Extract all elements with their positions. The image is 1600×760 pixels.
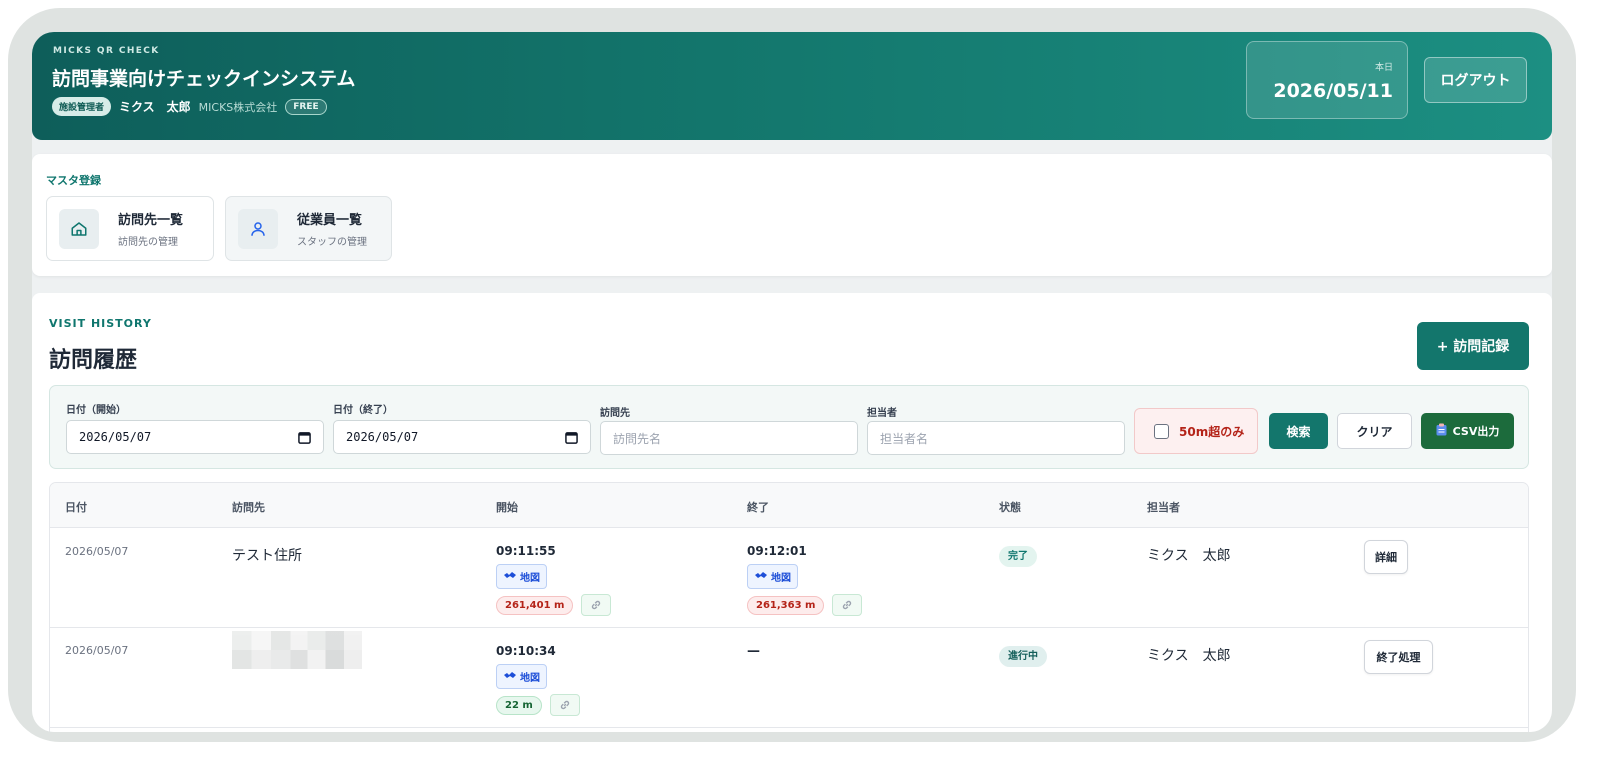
add-visit-record-button[interactable]: + 訪問記録 [1417, 322, 1529, 370]
visit-places-subtitle: 訪問先の管理 [118, 237, 178, 248]
staff-list-title: 従業員一覧 [297, 213, 363, 228]
start-map-button[interactable]: 地図 [496, 564, 547, 589]
visit-history-panel: VISIT HISTORY 訪問履歴 + 訪問記録 日付（開始） 2026/05… [32, 293, 1552, 732]
visit-history-table: 日付 訪問先 開始 終了 状態 担当者 2026/05/07 テスト住所 09:… [49, 482, 1529, 732]
staff-filter-label: 担当者 [867, 408, 897, 419]
today-label: 本日 [1374, 63, 1393, 73]
start-time: 09:11:55 [496, 544, 556, 558]
user-name: ミクス 太郎 [119, 100, 191, 114]
company-name: MICKS株式会社 [198, 100, 278, 114]
redacted-place [232, 631, 362, 669]
csv-export-button[interactable]: CSV出力 [1421, 413, 1514, 449]
col-staff: 担当者 [1147, 501, 1180, 514]
start-map-button[interactable]: 地図 [496, 664, 547, 689]
over-50m-checkbox[interactable] [1154, 423, 1169, 439]
end-map-label: 地図 [771, 573, 791, 584]
col-status: 状態 [999, 501, 1021, 514]
row-start: 09:11:55 地図 261,401 m [496, 544, 612, 616]
app-title: 訪問事業向けチェックインシステム [52, 68, 356, 90]
row-end: 09:12:01 地図 261,363 m [747, 544, 863, 616]
table-header: 日付 訪問先 開始 終了 状態 担当者 [50, 483, 1528, 528]
clear-button[interactable]: クリア [1337, 413, 1412, 449]
date-end-input[interactable]: 2026/05/07 [333, 420, 591, 454]
end-time: 09:12:01 [747, 544, 807, 558]
start-map-label: 地図 [520, 673, 540, 684]
app-screen: MICKS QR CHECK 訪問事業向けチェックインシステム 施設管理者 ミク… [32, 32, 1552, 732]
brand-label: MICKS QR CHECK [53, 46, 160, 56]
visit-history-title: 訪問履歴 [49, 348, 138, 373]
col-place: 訪問先 [232, 501, 265, 514]
row-date: 2026/05/07 [65, 644, 129, 657]
staff-list-card[interactable]: 従業員一覧 スタッフの管理 [225, 196, 392, 261]
visit-places-title: 訪問先一覧 [118, 213, 184, 228]
row-place: テスト住所 [232, 548, 302, 564]
calendar-icon[interactable] [298, 431, 311, 447]
place-filter-input[interactable]: 訪問先名 [600, 421, 858, 455]
date-start-value: 2026/05/07 [79, 430, 152, 444]
col-end: 終了 [747, 501, 769, 514]
device-frame: MICKS QR CHECK 訪問事業向けチェックインシステム 施設管理者 ミク… [8, 8, 1576, 742]
link-icon[interactable] [832, 594, 863, 616]
date-end-label: 日付（終了） [333, 405, 393, 416]
app-header: MICKS QR CHECK 訪問事業向けチェックインシステム 施設管理者 ミク… [32, 32, 1552, 140]
map-icon [503, 571, 517, 582]
detail-button[interactable]: 詳細 [1364, 540, 1408, 574]
row-date: 2026/05/07 [65, 545, 129, 558]
clipboard-icon [1436, 423, 1447, 439]
logout-button[interactable]: ログアウト [1424, 57, 1527, 103]
start-map-label: 地図 [520, 573, 540, 584]
plan-badge: FREE [285, 98, 327, 115]
map-icon [754, 571, 768, 582]
date-start-label: 日付（開始） [66, 405, 126, 416]
filter-bar: 日付（開始） 2026/05/07 日付（終了） 2026/05/07 訪問先 … [49, 385, 1529, 469]
col-date: 日付 [65, 501, 87, 514]
visit-places-card[interactable]: 訪問先一覧 訪問先の管理 [46, 196, 214, 261]
start-time: 09:10:34 [496, 644, 556, 658]
row-status: 完了 [999, 544, 1037, 567]
end-map-button[interactable]: 地図 [747, 564, 798, 589]
start-distance-badge: 22 m [496, 695, 542, 715]
table-row: 2026/05/07 テスト住所 09:11:55 地図 261,401 m 0… [50, 528, 1528, 628]
user-info: 施設管理者 ミクス 太郎 MICKS株式会社 FREE [52, 97, 327, 116]
end-time: — [747, 644, 760, 659]
end-distance-badge: 261,363 m [747, 595, 825, 615]
role-badge: 施設管理者 [52, 97, 112, 116]
link-icon[interactable] [581, 594, 612, 616]
date-start-input[interactable]: 2026/05/07 [66, 420, 324, 454]
row-staff: ミクス 太郎 [1147, 548, 1231, 564]
csv-export-label: CSV出力 [1452, 425, 1500, 438]
row-start: 09:10:34 地図 22 m [496, 644, 580, 716]
staff-filter-input[interactable]: 担当者名 [867, 421, 1125, 455]
today-date: 2026/05/11 [1273, 80, 1393, 102]
over-50m-filter[interactable]: 50m超のみ [1134, 408, 1258, 454]
visit-history-eyebrow: VISIT HISTORY [49, 317, 152, 330]
home-icon [59, 208, 99, 249]
search-button[interactable]: 検索 [1269, 413, 1328, 449]
col-start: 開始 [496, 501, 518, 514]
date-end-value: 2026/05/07 [346, 430, 419, 444]
place-filter-label: 訪問先 [600, 408, 630, 419]
master-registration-panel: マスタ登録 訪問先一覧 訪問先の管理 従業員一覧 スタッフの管理 [32, 154, 1552, 276]
status-badge: 進行中 [999, 646, 1047, 667]
table-row: 2026/05/07 09:10:34 地図 22 m — 進行中 ミクス 太郎… [50, 628, 1528, 728]
user-icon [238, 208, 278, 249]
staff-list-subtitle: スタッフの管理 [297, 237, 367, 248]
start-distance-badge: 261,401 m [496, 595, 574, 615]
today-box: 本日 2026/05/11 [1246, 41, 1408, 119]
status-badge: 完了 [999, 546, 1037, 567]
over-50m-label: 50m超のみ [1179, 424, 1245, 439]
map-icon [503, 671, 517, 682]
calendar-icon[interactable] [565, 431, 578, 447]
link-icon[interactable] [549, 694, 580, 716]
row-status: 進行中 [999, 644, 1047, 667]
finish-process-button[interactable]: 終了処理 [1364, 640, 1433, 674]
row-staff: ミクス 太郎 [1147, 648, 1231, 664]
master-section-label: マスタ登録 [46, 174, 101, 187]
